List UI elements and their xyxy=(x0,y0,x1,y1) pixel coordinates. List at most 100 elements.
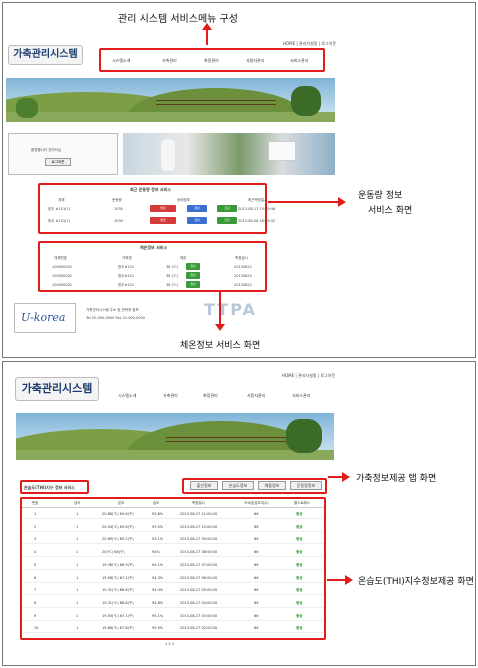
thi-table-row: 6 1 19.56(℃) 67.2(℉) 94.3% 2013-08-27 06:00:… xyxy=(22,574,324,583)
temperature-row-date: 20130822 xyxy=(234,283,252,287)
thi-table-row: 2 1 20.94(℃) 69.6(℉) 93.5% 2013-08-27 10:00:… xyxy=(22,523,324,532)
thi-header-date: 측정일시 xyxy=(192,501,205,505)
thi-cell-temp: 20.94(℃) 69.6(℉) xyxy=(102,524,134,529)
thi-cell-no: 3 xyxy=(34,537,37,542)
thi-cell-status: 정상 xyxy=(296,600,303,605)
temperature-row-id: 100000001 xyxy=(52,283,73,287)
tab-weight-info[interactable]: 체중정보 xyxy=(258,481,286,490)
movement-annotation-line1: 운동량 정보 xyxy=(358,191,403,201)
thi-cell-humidity: 93.1% xyxy=(152,537,164,542)
farm-banner xyxy=(6,78,335,122)
thi-cell-status: 정상 xyxy=(296,562,303,567)
logout-button[interactable]: 로그아웃 xyxy=(45,158,71,166)
movement-row-1-date: 2013-08-17 15:19:46 xyxy=(238,207,276,211)
thi-cell-no: 4 xyxy=(34,550,37,555)
thi-cell-thi: 66 xyxy=(254,613,259,618)
menu-barn[interactable]: 축정관리 xyxy=(203,393,218,399)
thi-cell-thi: 66 xyxy=(254,524,259,529)
thi-cell-thi: 66 xyxy=(254,550,259,555)
estrus-button[interactable]: 발정 xyxy=(150,217,176,224)
thi-header-row: 번호 센서 온도 습도 측정일시 THI(온습도지수) 열스트레스 xyxy=(22,499,324,508)
thi-cell-sensor: 1 xyxy=(76,562,79,567)
menu-users[interactable]: 사용자관리 xyxy=(247,393,265,399)
thi-header-sensor: 센서 xyxy=(74,501,81,505)
thi-table-row: 3 1 20.69(℃) 69.2(℉) 93.1% 2013-08-27 09:00:… xyxy=(22,535,324,545)
thi-cell-temp: 20.69(℃) 69.2(℉) xyxy=(102,537,134,542)
menu-system-intro[interactable]: 시스템소개 xyxy=(112,58,130,64)
movement-row-2-id: 한우 #102(1) xyxy=(48,219,71,223)
temperature-header-name: 가축명 xyxy=(122,256,132,260)
watermark: TTPA xyxy=(204,300,257,319)
temp-status-badge: 정상 xyxy=(186,272,200,279)
farm-banner xyxy=(16,413,334,460)
thi-table-row: 4 1 20(℃) 68(℉) 94% 2013-08-27 08:00:00 66 정상 xyxy=(22,548,324,558)
thi-cell-status: 정상 xyxy=(296,524,303,529)
thi-cell-temp: 20.88(℃) 69.6(℉) xyxy=(102,512,134,516)
pagination[interactable]: 1 2 3 xyxy=(165,642,174,646)
thi-cell-temp: 19.38(℃) 66.9(℉) xyxy=(102,562,134,567)
thi-cell-thi: 66 xyxy=(254,588,259,593)
thi-cell-date: 2013-08-27 11:00:00 xyxy=(180,512,218,516)
estrus-button[interactable]: 발정 xyxy=(150,205,176,212)
thi-cell-humidity: 94.8% xyxy=(152,600,164,605)
thi-header-no: 번호 xyxy=(32,501,39,505)
tab-thi-info[interactable]: 온습도정보 xyxy=(222,481,254,490)
truck-photo xyxy=(268,141,296,161)
temperature-row-id: 100000001 xyxy=(52,265,73,269)
menu-users[interactable]: 사용자관리 xyxy=(246,58,264,64)
tab-birth-info[interactable]: 출산정보 xyxy=(190,481,218,490)
thi-cell-no: 6 xyxy=(34,575,37,580)
thi-cell-status: 정상 xyxy=(296,550,303,555)
top-links[interactable]: HOME | 관리자설정 | 로그아웃 xyxy=(283,41,336,47)
top-links[interactable]: HOME | 관리자설정 | 로그아웃 xyxy=(282,373,335,379)
thi-cell-sensor: 1 xyxy=(76,537,79,542)
thi-table-row: 10 1 19.88(℃) 67.8(℉) 95.5% 2013-08-27 02:00… xyxy=(22,624,324,634)
thi-table-row: 5 1 19.38(℃) 66.9(℉) 94.1% 2013-08-27 07:00:… xyxy=(22,561,324,570)
thi-cell-thi: 66 xyxy=(254,626,259,631)
temperature-row-temp: 38 (℃) xyxy=(166,265,179,269)
normal-button[interactable]: 정상 xyxy=(187,205,207,212)
thi-cell-date: 2013-08-27 05:00:00 xyxy=(180,588,218,593)
temperature-title: 체온정보 서비스 xyxy=(140,245,168,250)
thi-table-row: 9 1 19.50(℃) 67.1(℉) 95.1% 2013-08-27 03:00:… xyxy=(22,612,324,621)
healthy-button[interactable]: 건강 xyxy=(217,205,237,212)
tabs-annotation: 가축정보제공 탭 화면 xyxy=(356,474,437,484)
thi-cell-status: 정상 xyxy=(296,613,303,618)
thi-cell-humidity: 93.8% xyxy=(152,512,164,516)
thi-cell-thi: 66 xyxy=(254,575,259,580)
arrow-head xyxy=(345,575,353,585)
thi-cell-humidity: 93.5% xyxy=(152,524,164,529)
annotation-arrow xyxy=(327,579,347,581)
thi-cell-status: 정상 xyxy=(296,626,303,631)
thi-cell-sensor: 1 xyxy=(76,626,79,631)
menu-livestock[interactable]: 가축관리 xyxy=(162,58,177,64)
temperature-header-date: 측정일시 xyxy=(235,256,248,260)
temperature-annotation: 체온정보 서비스 화면 xyxy=(180,341,261,351)
thi-cell-no: 1 xyxy=(34,512,37,516)
tab-movement-info[interactable]: 운동량정보 xyxy=(290,481,322,490)
thi-cell-no: 5 xyxy=(34,562,37,567)
thi-cell-no: 7 xyxy=(34,588,37,593)
menu-system-intro[interactable]: 시스템소개 xyxy=(118,393,136,399)
thi-header-humidity: 습도 xyxy=(153,501,160,505)
thi-cell-date: 2013-08-27 07:00:00 xyxy=(180,562,218,567)
thi-table-row: 8 1 19.31(℃) 66.8(℉) 94.8% 2013-08-27 04:00:… xyxy=(22,599,324,608)
thi-cell-thi: 66 xyxy=(254,512,259,516)
thi-cell-humidity: 94% xyxy=(152,550,160,555)
app-logo[interactable]: 가축관리시스템 xyxy=(15,377,99,401)
thi-cell-temp: 19.50(℃) 67.1(℉) xyxy=(102,613,134,618)
menu-service[interactable]: 서비스관리 xyxy=(292,393,310,399)
thi-cell-humidity: 94.4% xyxy=(152,588,164,593)
menu-barn[interactable]: 축정관리 xyxy=(204,58,219,64)
thi-table-row: 1 1 20.88(℃) 69.6(℉) 93.8% 2013-08-27 11:00:… xyxy=(22,510,324,519)
app-logo[interactable]: 가축관리시스템 xyxy=(8,45,83,65)
menu-livestock[interactable]: 가축관리 xyxy=(163,393,178,399)
normal-button[interactable]: 정상 xyxy=(187,217,207,224)
healthy-button[interactable]: 건강 xyxy=(217,217,237,224)
thi-cell-date: 2013-08-27 04:00:00 xyxy=(180,600,218,605)
temperature-row-temp: 38 (℃) xyxy=(166,283,179,287)
movement-header-id: 개체 xyxy=(58,198,65,202)
thi-cell-date: 2013-08-27 06:00:00 xyxy=(180,575,218,580)
menu-service[interactable]: 서비스관리 xyxy=(290,58,308,64)
movement-title: 최근 운동량 정보 서비스 xyxy=(130,187,171,192)
